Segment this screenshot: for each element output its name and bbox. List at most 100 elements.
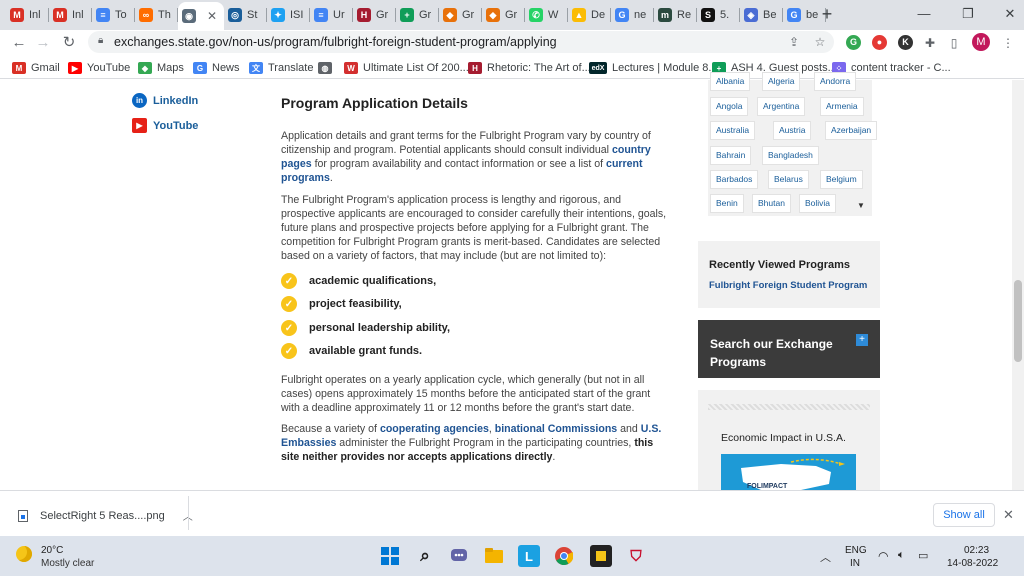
weather-description[interactable]: Mostly clear [41,558,94,569]
bookmark-item[interactable]: G News [193,60,240,76]
bookmark-item[interactable]: M Gmail [12,60,60,76]
tab-15[interactable]: m Re [654,2,697,28]
tab-14[interactable]: Gne [611,2,654,28]
tab-7[interactable]: ≡ Ur [310,2,353,28]
bookmark-item[interactable]: W Ultimate List Of 200... [344,60,469,76]
tab-6[interactable]: ✦ ISI [267,2,310,28]
wifi-icon[interactable]: ◠ [878,549,888,563]
country-chip[interactable]: Belarus [768,170,809,189]
youtube-link[interactable]: ▶ YouTube [132,118,198,133]
country-chip[interactable]: Algeria [762,72,801,91]
new-tab-button[interactable]: + [816,4,838,26]
bookmark-star-icon[interactable]: ☆ [812,34,828,50]
close-window-icon[interactable]: ✕ [996,4,1024,24]
harvard-icon: H [468,62,482,74]
profile-avatar[interactable]: M [972,33,990,51]
language-region[interactable]: IN [850,558,860,569]
close-download-bar-icon[interactable]: ✕ [1003,507,1014,523]
file-explorer-icon[interactable] [483,545,505,567]
windows-start-icon[interactable] [379,545,401,567]
bookmark-item[interactable]: ◍ [318,60,337,76]
chrome-icon[interactable] [553,545,575,567]
forward-icon[interactable]: → [32,33,54,53]
lync-app-icon[interactable]: L [518,545,540,567]
battery-icon[interactable]: ▭ [918,549,928,562]
tab-1[interactable]: M Inl [49,2,92,28]
recent-program-link[interactable]: Fulbright Foreign Student Program [709,280,867,291]
bookmark-item[interactable]: 文 Translate [249,60,313,76]
country-chip[interactable]: Benin [710,194,744,213]
close-tab-icon[interactable]: ✕ [207,9,217,23]
tab-12[interactable]: ✆ W [525,2,568,28]
country-chip[interactable]: Andorra [814,72,857,91]
expand-plus-icon[interactable]: + [856,334,868,346]
tab-4[interactable]: ◉ ✕ [178,2,224,30]
country-chip[interactable]: Australia [710,121,756,140]
reload-icon[interactable]: ↻ [58,33,80,53]
extension-k-icon[interactable]: K [898,35,913,50]
adblock-icon[interactable]: ● [872,35,887,50]
language-code[interactable]: ENG [845,545,867,556]
country-chip[interactable]: Albania [710,72,751,91]
binational-commissions-link[interactable]: binational Commissions [495,423,617,435]
tab-11[interactable]: ◆ Gr [482,2,525,28]
lock-icon[interactable]: 🔒︎ [98,35,103,46]
economic-impact-map-image[interactable]: FOLIMPACT [721,454,856,490]
bookmark-item[interactable]: H Rhetoric: The Art of... [468,60,591,76]
scroll-down-icon[interactable]: ▼ [857,201,865,210]
search-icon[interactable]: ⌕ [414,545,436,567]
tab-2[interactable]: ≡ To [92,2,135,28]
back-icon[interactable]: ← [8,33,30,53]
bookmark-item[interactable]: ▶ YouTube [68,60,130,76]
moon-weather-icon[interactable] [16,546,32,562]
bookmark-item[interactable]: ◆ Maps [138,60,184,76]
scrollbar-thumb[interactable] [1014,280,1022,362]
country-chip[interactable]: Bangladesh [762,146,819,165]
tab-5[interactable]: ◎ St [224,2,267,28]
grammarly-icon[interactable]: G [846,35,861,50]
tab-9[interactable]: + Gr [396,2,439,28]
country-chip[interactable]: Argentina [757,97,806,116]
country-chip[interactable]: Azerbaijan [825,121,878,140]
side-panel-icon[interactable]: ▯ [946,35,962,51]
country-chip[interactable]: Barbados [710,170,759,189]
clock-date[interactable]: 14-08-2022 [947,558,998,569]
speaker-icon[interactable]: 🔈︎ [898,549,905,562]
search-programs-title[interactable]: Search our Exchange Programs [710,335,840,371]
share-icon[interactable]: ⇪ [786,34,802,50]
minimize-icon[interactable]: — [910,4,938,24]
country-chip[interactable]: Belgium [820,170,863,189]
weather-temperature[interactable]: 20°C [41,545,63,556]
country-chip[interactable]: Bhutan [752,194,791,213]
tab-3[interactable]: ∞ Th [135,2,178,28]
extensions-puzzle-icon[interactable]: ✚ [922,35,938,51]
mcafee-shield-icon[interactable]: ⛉ [625,545,647,567]
p1-text-b: for program availability and contact inf… [311,158,607,170]
tab-16[interactable]: S 5. [697,2,740,28]
bookmark-item[interactable]: edX Lectures | Module 8... [589,60,718,76]
youtube-icon: ▶ [68,62,82,74]
menu-kebab-icon[interactable]: ⋮ [1000,35,1016,51]
country-chip[interactable]: Bolivia [799,194,837,213]
tab-17[interactable]: ◈ Be [740,2,783,28]
country-chip[interactable]: Bahrain [710,146,752,165]
clock-time[interactable]: 02:23 [964,545,989,556]
tab-10[interactable]: ◆ Gr [439,2,482,28]
teams-chat-icon[interactable] [448,545,470,567]
restore-icon[interactable]: ❐ [954,4,982,24]
country-chip[interactable]: Angola [710,97,749,116]
tab-0[interactable]: M Inl [6,2,49,28]
linkedin-link[interactable]: in LinkedIn [132,93,198,108]
tab-title: To [115,9,127,21]
country-chip[interactable]: Austria [773,121,812,140]
sticky-notes-icon[interactable] [590,545,612,567]
tab-8[interactable]: H Gr [353,2,396,28]
download-item[interactable]: SelectRight 5 Reas....png ︿ [18,508,193,523]
show-all-button[interactable]: Show all [933,503,995,527]
url-text[interactable]: exchanges.state.gov/non-us/program/fulbr… [114,35,557,49]
bookmark-label: Maps [157,62,184,74]
tab-13[interactable]: ▲ De [568,2,611,28]
country-chip[interactable]: Armenia [820,97,864,116]
cooperating-agencies-link[interactable]: cooperating agencies [380,423,489,435]
tray-chevron-up-icon[interactable]: ︿ [820,549,831,565]
